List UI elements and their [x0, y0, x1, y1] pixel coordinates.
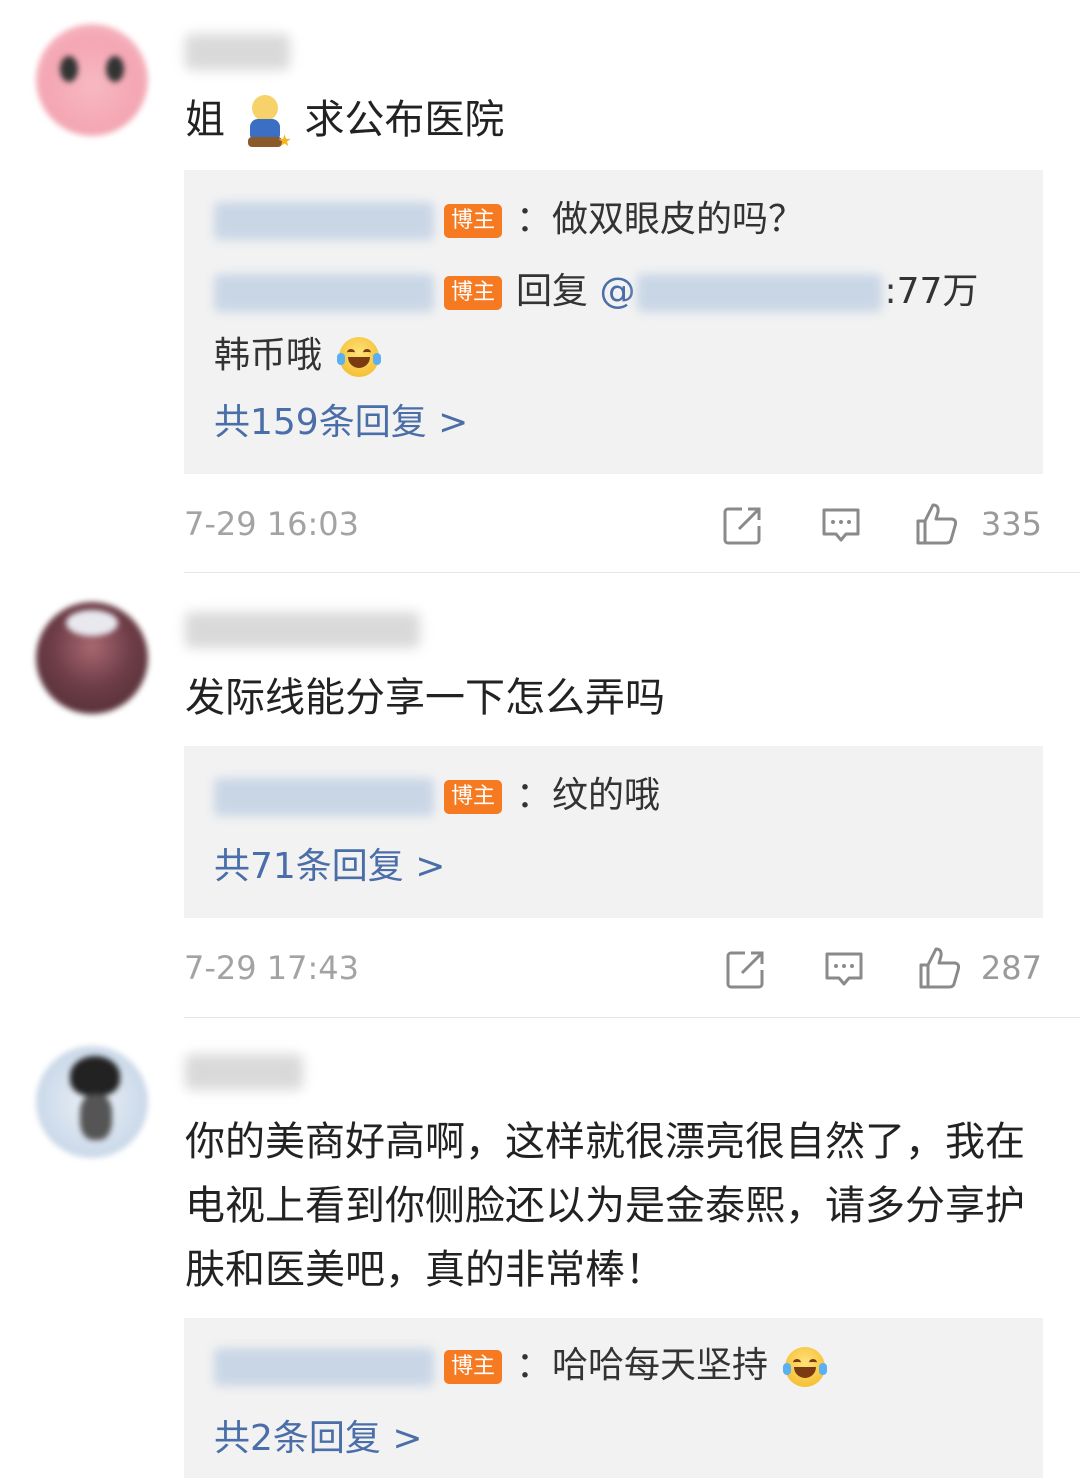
laughing-tears-emoji-icon — [337, 337, 382, 377]
comment-text-part: 姐 — [185, 97, 225, 143]
avatar[interactable] — [36, 1046, 148, 1158]
reply-item: 博主 ：做双眼皮的吗？ — [214, 188, 1013, 252]
more-replies-link[interactable]: 共71条回复 > — [214, 842, 445, 892]
author-badge: 博主 — [444, 276, 503, 310]
reply-author[interactable] — [214, 1348, 434, 1386]
share-icon[interactable] — [722, 504, 764, 546]
thumbs-up-icon[interactable] — [917, 945, 963, 991]
reply-text: ：做双眼皮的吗？ — [516, 199, 805, 240]
reply-item: 博主 ：纹的哦 — [214, 764, 1013, 828]
comment-text-part: 求公布医院 — [304, 97, 505, 143]
reply-box: 博主 ：哈哈每天坚持 共2条回复 > — [184, 1318, 1043, 1478]
reply-box: 博主 ：做双眼皮的吗？ 博主 回复 @:77万韩币哦 共159条回复 > — [184, 170, 1043, 474]
mention-user[interactable] — [637, 274, 883, 312]
comment-meta: 7-29 17:43 287 — [184, 938, 1042, 998]
more-replies-link[interactable]: 共2条回复 > — [214, 1414, 423, 1464]
like-count: 287 — [980, 949, 1042, 987]
author-badge: 博主 — [444, 204, 503, 238]
reply-prefix: 回复 — [516, 271, 589, 312]
comment-text: 你的美商好高啊，这样就很漂亮很自然了，我在电视上看到你侧脸还以为是金泰熙，请多分… — [185, 1119, 1025, 1293]
divider — [184, 1017, 1080, 1018]
author-badge: 博主 — [444, 780, 503, 814]
laughing-tears-emoji-icon — [783, 1347, 828, 1387]
avatar[interactable] — [36, 24, 148, 136]
like-count: 335 — [980, 505, 1042, 543]
more-replies-link[interactable]: 共159条回复 > — [214, 398, 468, 448]
comment-meta: 7-29 16:03 335 — [184, 494, 1042, 554]
reply-text: ：纹的哦 — [516, 775, 661, 816]
mention-at: @ — [599, 271, 636, 312]
avatar[interactable] — [36, 602, 148, 714]
thumbs-up-icon[interactable] — [914, 501, 960, 547]
username[interactable] — [185, 612, 420, 648]
comment-text: 发际线能分享一下怎么弄吗 — [185, 675, 665, 721]
username[interactable] — [185, 34, 290, 70]
divider — [184, 572, 1080, 573]
reply-item: 博主 ：哈哈每天坚持 — [214, 1334, 1013, 1398]
reply-text: ：哈哈每天坚持 — [516, 1345, 769, 1386]
author-badge: 博主 — [444, 1350, 503, 1384]
comment-icon[interactable] — [823, 948, 865, 990]
reply-author[interactable] — [214, 202, 434, 240]
reply-box: 博主 ：纹的哦 共71条回复 > — [184, 746, 1043, 918]
share-icon[interactable] — [725, 948, 767, 990]
reply-author[interactable] — [214, 778, 434, 816]
timestamp: 7-29 17:43 — [184, 949, 360, 987]
comment-text: 姐 ★ 求公布医院 — [185, 88, 1040, 152]
reply-item: 博主 回复 @:77万韩币哦 — [214, 260, 1013, 388]
sleepy-figure-emoji-icon: ★ — [244, 95, 292, 149]
username[interactable] — [185, 1054, 303, 1090]
comment-icon[interactable] — [820, 504, 862, 546]
reply-author[interactable] — [214, 274, 434, 312]
timestamp: 7-29 16:03 — [184, 505, 360, 543]
